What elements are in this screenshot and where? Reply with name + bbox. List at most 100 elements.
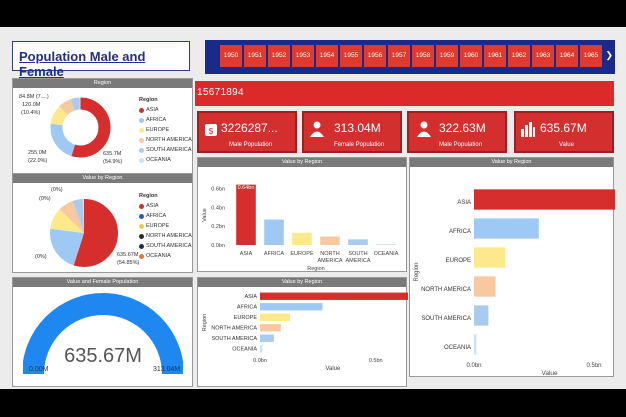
x-axis-label: Region <box>307 266 324 272</box>
panel-header: Value and Female Population <box>13 278 192 287</box>
x-tick-label: EUROPE <box>290 251 314 257</box>
donut-label: 255.0M <box>28 150 47 156</box>
legend-item[interactable]: SOUTH AMERICA <box>139 241 192 251</box>
data-label: 0.64bn <box>238 185 255 191</box>
year-button[interactable]: 1955 <box>340 45 362 67</box>
kpi-card-4[interactable]: 635.67M Value <box>514 111 614 153</box>
bar <box>474 305 489 326</box>
bar <box>474 218 539 239</box>
horizontal-bar-panel: Value by Region ASIA AFRICA EUROPE NORTH AM… <box>197 277 408 388</box>
kpi-card-1[interactable]: $ 3226287... Male Population <box>197 111 297 153</box>
y-tick-label: NORTH AMERICA <box>211 325 257 331</box>
total-number-bar: 15671894 <box>195 81 614 106</box>
year-button[interactable]: 1961 <box>484 45 506 67</box>
kpi-label: Male Population <box>439 142 483 148</box>
bar <box>474 247 506 268</box>
y-tick-label: NORTH AMERICA <box>421 287 471 293</box>
y-tick-label: OCEANIA <box>232 346 257 352</box>
vertical-bar-chart[interactable]: 0.6bn 0.4bn 0.2bn 0.0bn ASIA AFRICA EUROPE NORT… <box>198 167 408 273</box>
person-money-icon: $ <box>205 124 217 136</box>
gauge-value: 635.67M <box>64 345 142 367</box>
y-tick-label: 0.4bn <box>211 205 225 211</box>
legend-item[interactable]: ASIA <box>139 105 192 115</box>
legend-item[interactable]: EUROPE <box>139 221 192 231</box>
kpi-value: 313.04M <box>334 121 381 135</box>
horizontal-bar-chart[interactable]: ASIA AFRICA EUROPE NORTH AMERICA SOUTH AMERI… <box>198 287 408 388</box>
legend-item[interactable]: NORTH AMERICA <box>139 135 192 145</box>
bar <box>260 303 323 311</box>
donut-label: (54.9%) <box>103 159 123 165</box>
dashboard-canvas: Population Male and Female 1950 1951 1952 1… <box>0 27 626 389</box>
kpi-value: 635.67M <box>540 121 587 135</box>
legend-item[interactable]: AFRICA <box>139 211 192 221</box>
x-tick-label: 0.0bn <box>253 358 267 364</box>
y-tick-label: 0.6bn <box>211 186 225 192</box>
chevron-right-icon[interactable]: ❯ <box>605 50 613 61</box>
y-axis-label: Region <box>414 262 420 281</box>
bar <box>260 334 274 342</box>
legend-item[interactable]: NORTH AMERICA <box>139 231 192 241</box>
y-tick-label: SOUTH AMERICA <box>211 336 257 342</box>
bar <box>264 219 284 245</box>
year-slicer: 1950 1951 1952 1953 1954 1955 1956 1957 1958 1959… <box>205 40 615 74</box>
year-button[interactable]: 1965 <box>580 45 602 67</box>
year-button[interactable]: 1962 <box>508 45 530 67</box>
vertical-bar-panel: Value by Region 0.6bn 0.4bn 0.2bn 0.0bn ASIA… <box>197 157 407 272</box>
gauge-max: 313.04M <box>153 366 181 373</box>
x-tick-label: ASIA <box>240 251 253 257</box>
legend-item[interactable]: AFRICA <box>139 115 192 125</box>
x-tick-label: AFRICA <box>264 251 285 257</box>
year-button[interactable]: 1954 <box>316 45 338 67</box>
legend-item[interactable]: OCEANIA <box>139 155 192 165</box>
legend-item[interactable]: SOUTH AMERICA <box>139 145 192 155</box>
gauge-panel: Value and Female Population 635.67M 0.00… <box>12 277 193 387</box>
bar <box>376 244 396 245</box>
kpi-label: Female Population <box>334 142 385 148</box>
gauge-chart[interactable]: 635.67M <box>23 292 183 377</box>
year-button[interactable]: 1958 <box>412 45 434 67</box>
y-tick-label: SOUTH AMERICA <box>421 316 471 322</box>
bar-chart-icon <box>521 122 535 137</box>
pie-label: (0%) <box>39 196 51 202</box>
panel-header: Value by Region <box>198 278 406 287</box>
y-tick-label: ASIA <box>457 200 471 206</box>
bar <box>474 189 615 210</box>
year-button[interactable]: 1953 <box>292 45 314 67</box>
y-tick-label: EUROPE <box>234 315 258 321</box>
pie-chart[interactable] <box>43 192 125 274</box>
year-button[interactable]: 1960 <box>460 45 482 67</box>
year-button[interactable]: 1957 <box>388 45 410 67</box>
y-tick-label: ASIA <box>244 294 257 300</box>
horizontal-bar-chart-large[interactable]: ASIA AFRICA EUROPE NORTH AMERICA SOUTH AMERI… <box>410 167 615 378</box>
person-icon <box>310 121 324 137</box>
bar <box>474 276 496 297</box>
kpi-value: 3226287... <box>221 121 278 135</box>
x-tick-label: OCEANIA <box>374 251 399 257</box>
year-button[interactable]: 1964 <box>556 45 578 67</box>
value-pie-panel: Value by Region (0%) (0%) (0%) 635.67M (… <box>12 173 193 273</box>
donut-legend: Region ASIA AFRICA EUROPE NORTH AMERICA … <box>139 97 192 165</box>
y-tick-label: AFRICA <box>449 229 471 235</box>
legend-item[interactable]: ASIA <box>139 201 192 211</box>
year-button[interactable]: 1952 <box>268 45 290 67</box>
kpi-card-3[interactable]: 322.63M Male Population <box>407 111 507 153</box>
pie-label: (0%) <box>51 187 63 193</box>
legend-item[interactable]: OCEANIA <box>139 251 192 261</box>
bar <box>348 239 368 245</box>
year-button[interactable]: 1959 <box>436 45 458 67</box>
panel-header: Value by Region <box>198 158 406 167</box>
y-axis-label: Value <box>202 208 208 222</box>
page-title: Population Male and Female <box>19 49 146 79</box>
bar <box>320 236 340 245</box>
year-button[interactable]: 1963 <box>532 45 554 67</box>
legend-item[interactable]: EUROPE <box>139 125 192 135</box>
panel-header: Value by Region <box>13 174 192 183</box>
bar <box>260 292 408 300</box>
year-button[interactable]: 1956 <box>364 45 386 67</box>
y-axis-label: Region <box>202 314 208 331</box>
kpi-card-2[interactable]: 313.04M Female Population <box>302 111 402 153</box>
legend-title: Region <box>139 97 158 103</box>
year-button[interactable]: 1950 <box>220 45 242 67</box>
donut-label: 120.0M <box>22 102 41 108</box>
year-button[interactable]: 1951 <box>244 45 266 67</box>
